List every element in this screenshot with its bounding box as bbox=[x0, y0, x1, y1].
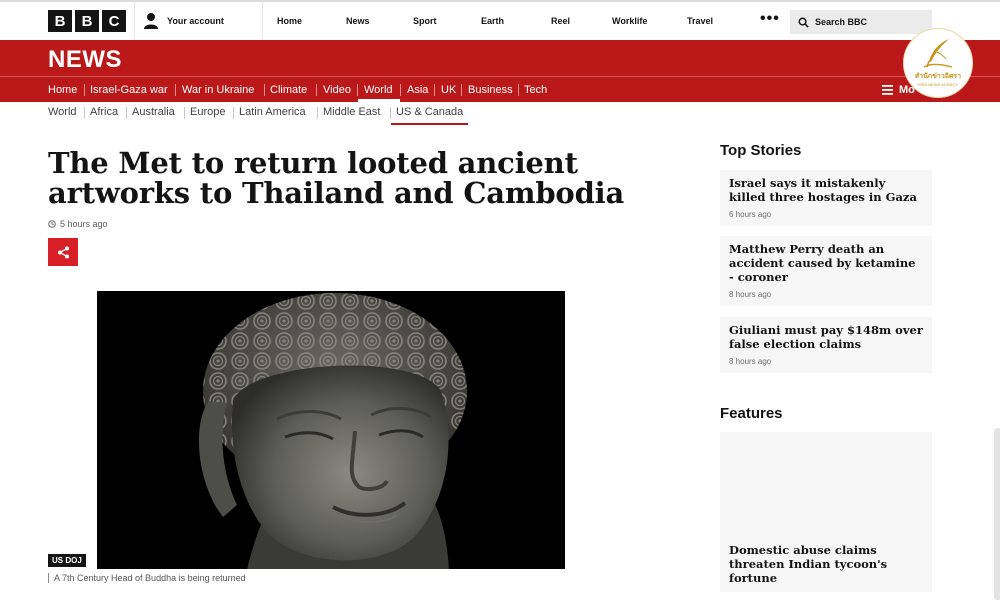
news-masthead: NEWS Home Israel-Gaza war War in Ukraine… bbox=[0, 40, 1000, 102]
features-heading: Features bbox=[720, 405, 783, 422]
nav-separator bbox=[390, 107, 391, 119]
news-nav-home[interactable]: Home bbox=[48, 84, 77, 96]
search-label: Search BBC bbox=[815, 17, 868, 27]
global-nav-travel[interactable]: Travel bbox=[687, 16, 713, 26]
subnav-europe[interactable]: Europe bbox=[190, 106, 225, 118]
news-nav-business[interactable]: Business bbox=[468, 84, 513, 96]
top-story-time: 8 hours ago bbox=[729, 357, 772, 366]
nav-separator bbox=[126, 107, 127, 119]
page-scrollbar[interactable] bbox=[994, 428, 1000, 600]
nav-separator bbox=[84, 84, 85, 96]
news-nav-tech[interactable]: Tech bbox=[524, 84, 547, 96]
news-nav-asia[interactable]: Asia bbox=[407, 84, 428, 96]
watermark-english-text: ISRA NEWS AGENCY bbox=[917, 82, 958, 87]
bbc-logo-letter-3: C bbox=[102, 10, 126, 32]
news-more-menu[interactable]: Mo bbox=[882, 84, 915, 96]
quill-icon bbox=[923, 39, 953, 68]
bbc-logo-letter-2: B bbox=[75, 10, 99, 32]
news-nav-climate[interactable]: Climate bbox=[270, 84, 307, 96]
subnav-latin-america[interactable]: Latin America bbox=[239, 106, 306, 118]
image-credit-badge: US DOJ bbox=[48, 554, 86, 567]
caption-text: A 7th Century Head of Buddha is being re… bbox=[54, 573, 246, 583]
global-nav-news[interactable]: News bbox=[346, 16, 370, 26]
nav-separator bbox=[175, 84, 176, 96]
news-nav-world[interactable]: World bbox=[364, 84, 393, 96]
divider bbox=[262, 2, 263, 42]
nav-separator bbox=[264, 84, 265, 96]
article-headline: The Met to return looted ancient artwork… bbox=[48, 146, 625, 210]
subnav-middle-east[interactable]: Middle East bbox=[323, 106, 380, 118]
isra-news-watermark-logo: สำนักข่าวอิศรา ISRA NEWS AGENCY bbox=[903, 28, 973, 98]
nav-separator bbox=[184, 107, 185, 119]
news-nav-war-in-ukraine[interactable]: War in Ukraine bbox=[182, 84, 254, 96]
watermark-thai-text: สำนักข่าวอิศรา bbox=[914, 73, 962, 80]
active-nav-indicator bbox=[358, 99, 400, 102]
timestamp-text: 5 hours ago bbox=[60, 219, 108, 229]
buddha-head-illustration bbox=[97, 291, 565, 569]
top-story-card[interactable]: Giuliani must pay $148m over false elect… bbox=[720, 317, 932, 373]
news-nav-uk[interactable]: UK bbox=[441, 84, 456, 96]
news-nav-video[interactable]: Video bbox=[323, 84, 351, 96]
nav-separator bbox=[357, 84, 358, 96]
caption-bar bbox=[48, 573, 49, 583]
account-link[interactable]: Your account bbox=[143, 12, 224, 30]
search-box[interactable]: Search BBC bbox=[790, 10, 932, 34]
bbc-logo[interactable]: B B C bbox=[48, 10, 126, 32]
nav-separator bbox=[316, 84, 317, 96]
article-timestamp: 5 hours ago bbox=[48, 219, 108, 229]
image-caption: A 7th Century Head of Buddha is being re… bbox=[48, 573, 246, 583]
feature-title[interactable]: Domestic abuse claims threaten Indian ty… bbox=[729, 543, 924, 585]
top-story-title[interactable]: Israel says it mistakenly killed three h… bbox=[729, 176, 923, 204]
global-nav-sport[interactable]: Sport bbox=[413, 16, 437, 26]
user-icon bbox=[144, 13, 158, 29]
top-story-card[interactable]: Israel says it mistakenly killed three h… bbox=[720, 170, 932, 226]
top-story-card[interactable]: Matthew Perry death an accident caused b… bbox=[720, 236, 932, 306]
clock-icon bbox=[48, 220, 56, 228]
nav-separator bbox=[400, 84, 401, 96]
nav-separator bbox=[84, 107, 85, 119]
more-menu-button[interactable]: ••• bbox=[760, 10, 780, 28]
nav-separator bbox=[461, 84, 462, 96]
share-button[interactable] bbox=[48, 238, 78, 266]
subnav-world[interactable]: World bbox=[48, 106, 77, 118]
top-story-title[interactable]: Giuliani must pay $148m over false elect… bbox=[729, 323, 923, 351]
feature-card[interactable]: Domestic abuse claims threaten Indian ty… bbox=[720, 432, 932, 592]
subnav-us-canada[interactable]: US & Canada bbox=[396, 106, 463, 118]
top-stories-heading: Top Stories bbox=[720, 142, 802, 159]
bbc-logo-letter-1: B bbox=[48, 10, 72, 32]
subnav-africa[interactable]: Africa bbox=[90, 106, 118, 118]
global-nav-home[interactable]: Home bbox=[277, 16, 302, 26]
top-story-time: 6 hours ago bbox=[729, 210, 772, 219]
nav-separator bbox=[317, 107, 318, 119]
nav-separator bbox=[233, 107, 234, 119]
divider bbox=[134, 2, 135, 42]
nav-separator bbox=[434, 84, 435, 96]
news-nav: Home Israel-Gaza war War in Ukraine Clim… bbox=[0, 76, 1000, 102]
search-icon bbox=[798, 17, 809, 28]
global-nav-reel[interactable]: Reel bbox=[551, 16, 570, 26]
hamburger-icon bbox=[882, 85, 893, 95]
global-nav-earth[interactable]: Earth bbox=[481, 16, 504, 26]
subnav-australia[interactable]: Australia bbox=[132, 106, 175, 118]
share-icon bbox=[57, 246, 69, 258]
top-story-title[interactable]: Matthew Perry death an accident caused b… bbox=[729, 242, 923, 284]
active-subnav-indicator bbox=[391, 123, 468, 125]
news-nav-israel-gaza-war[interactable]: Israel-Gaza war bbox=[90, 84, 168, 96]
global-nav-worklife[interactable]: Worklife bbox=[612, 16, 647, 26]
hero-image-buddha-head bbox=[97, 291, 565, 569]
account-label: Your account bbox=[167, 16, 224, 26]
nav-separator bbox=[518, 84, 519, 96]
bbc-global-bar: B B C Your account Home News Sport Earth… bbox=[0, 0, 1000, 42]
news-brand[interactable]: NEWS bbox=[48, 46, 122, 74]
top-story-time: 8 hours ago bbox=[729, 290, 772, 299]
